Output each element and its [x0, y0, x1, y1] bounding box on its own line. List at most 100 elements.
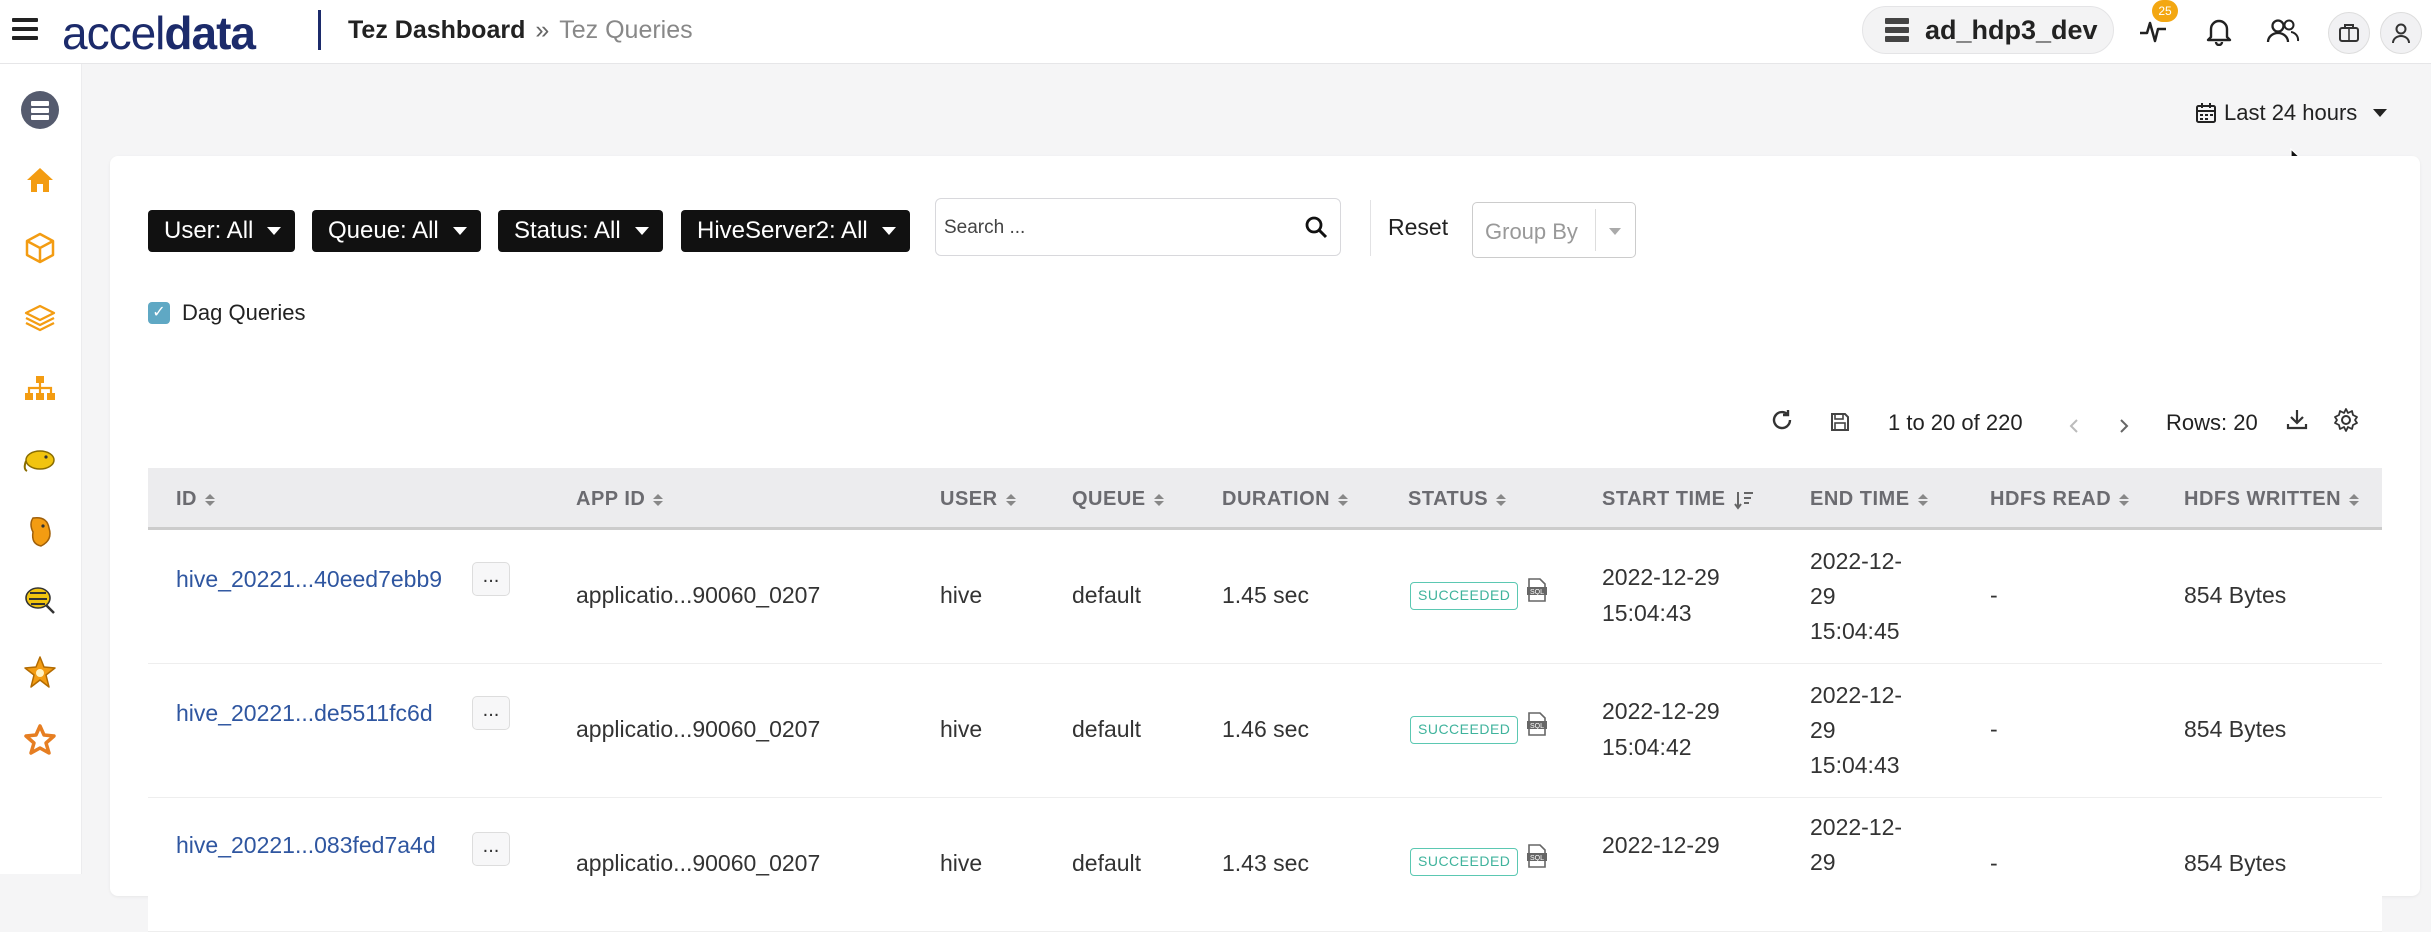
sidebar-item-cube[interactable]	[20, 228, 60, 268]
column-header-app-id[interactable]: APP ID	[576, 488, 664, 511]
queue-cell: default	[1072, 716, 1142, 742]
status-badge: SUCCEEDED	[1410, 848, 1519, 876]
sort-icon	[2349, 493, 2360, 506]
database-icon	[1885, 18, 1909, 42]
svg-text:SQL: SQL	[1530, 855, 1544, 862]
hive-bee-icon	[25, 587, 55, 614]
query-id-link[interactable]: hive_20221...083fed7a4d	[176, 828, 436, 863]
app-id-cell: applicatio...90060_0207	[576, 850, 821, 876]
sidebar-item-spark[interactable]	[20, 652, 60, 692]
breadcrumb-dashboard[interactable]: Tez Dashboard	[348, 16, 525, 44]
user-profile-icon[interactable]	[2380, 12, 2422, 54]
queue-cell: default	[1072, 582, 1142, 608]
column-header-label: START TIME	[1602, 488, 1726, 510]
bell-icon[interactable]	[2202, 14, 2236, 48]
status-filter[interactable]: Status: All	[498, 210, 663, 252]
breadcrumb: Tez Dashboard » Tez Queries	[348, 16, 693, 45]
briefcase-icon[interactable]	[2328, 12, 2370, 54]
settings-gear-icon[interactable]	[2334, 408, 2358, 438]
date-range-selector[interactable]: Last 24 hours	[2196, 100, 2388, 126]
end-date-line1: 2022-12-	[1810, 682, 1903, 708]
sidebar-item-database[interactable]	[20, 90, 60, 130]
column-header-status[interactable]: STATUS	[1408, 488, 1507, 511]
column-header-hdfs-read[interactable]: HDFS READ	[1990, 488, 2130, 511]
end-date-line1: 2022-12-	[1810, 548, 1903, 574]
hiveserver2-filter[interactable]: HiveServer2: All	[681, 210, 910, 252]
sidebar-item-hive[interactable]	[20, 512, 60, 552]
acceldata-logo[interactable]: acceldata	[62, 6, 256, 60]
column-header-hdfs-written[interactable]: HDFS WRITTEN	[2184, 488, 2360, 511]
chevron-down-icon	[267, 227, 282, 235]
chevron-down-icon	[2373, 109, 2388, 117]
end-time-cell: 15:04:43	[1810, 752, 1900, 778]
hierarchy-icon	[25, 376, 55, 400]
search-icon[interactable]	[1304, 215, 1328, 239]
sort-icon	[1917, 493, 1928, 506]
users-icon[interactable]	[2266, 14, 2300, 48]
search-input[interactable]	[944, 213, 1284, 243]
chevron-down-icon	[452, 227, 467, 235]
end-date-line1: 2022-12-	[1810, 814, 1903, 840]
sql-file-icon[interactable]: SQL	[1526, 844, 1548, 868]
download-icon[interactable]	[2286, 408, 2308, 436]
menu-icon[interactable]	[12, 18, 38, 42]
user-filter[interactable]: User: All	[148, 210, 296, 252]
logo-text-data: data	[164, 7, 256, 59]
query-id-link[interactable]: hive_20221...40eed7ebb9	[176, 562, 442, 597]
end-date-line2: 29	[1810, 849, 1836, 875]
queue-filter[interactable]: Queue: All	[312, 210, 481, 252]
column-header-label: DURATION	[1222, 488, 1331, 510]
group-by-divider	[1595, 209, 1596, 251]
rows-per-page[interactable]: Rows: 20	[2166, 410, 2258, 436]
column-header-id[interactable]: ID	[176, 488, 215, 511]
column-header-end-time[interactable]: END TIME	[1810, 488, 1928, 511]
sidebar-item-hierarchy[interactable]	[20, 368, 60, 408]
more-options-button[interactable]: ...	[472, 562, 510, 596]
start-date-cell: 2022-12-29	[1602, 698, 1720, 724]
sql-file-icon[interactable]: SQL	[1526, 578, 1548, 602]
sort-descending-icon	[1733, 491, 1753, 510]
sort-icon	[653, 493, 664, 506]
sort-icon	[1496, 493, 1507, 506]
dag-queries-checkbox[interactable]: ✓	[148, 302, 170, 324]
next-page-icon[interactable]	[2118, 414, 2130, 440]
prev-page-icon[interactable]	[2068, 414, 2080, 440]
column-header-label: ID	[176, 488, 197, 510]
start-time-cell: 15:04:43	[1602, 600, 1692, 626]
save-icon[interactable]	[1830, 412, 1850, 438]
hdfs-written-cell: 854 Bytes	[2184, 850, 2287, 876]
sidebar-item-kafka[interactable]	[20, 720, 60, 760]
svg-text:SQL: SQL	[1530, 723, 1544, 730]
column-header-queue[interactable]: QUEUE	[1072, 488, 1164, 511]
refresh-icon[interactable]	[1770, 408, 1794, 438]
spark-star-icon	[24, 656, 56, 688]
sidebar-item-home[interactable]	[20, 160, 60, 200]
sql-file-icon[interactable]: SQL	[1526, 712, 1548, 736]
column-header-label: APP ID	[576, 488, 646, 510]
breadcrumb-separator: »	[535, 16, 550, 44]
hdfs-read-cell: -	[1990, 850, 1998, 876]
column-header-user[interactable]: USER	[940, 488, 1016, 511]
hdfs-read-cell: -	[1990, 716, 1998, 742]
more-options-button[interactable]: ...	[472, 696, 510, 730]
cluster-name: ad_hdp3_dev	[1925, 14, 2098, 45]
group-by-select[interactable]: Group By	[1472, 202, 1636, 258]
query-id-link[interactable]: hive_20221...de5511fc6d	[176, 696, 433, 731]
user-cell: hive	[940, 850, 983, 876]
start-date-cell: 2022-12-29	[1602, 832, 1720, 858]
home-icon	[27, 168, 53, 192]
sidebar-item-hadoop[interactable]	[20, 440, 60, 480]
hive-icon	[30, 516, 51, 547]
top-bar: acceldata Tez Dashboard » Tez Queries ad_h…	[0, 0, 2431, 64]
alerts-badge: 25	[2152, 0, 2178, 22]
column-header-start-time[interactable]: START TIME	[1602, 488, 1754, 511]
sidebar-item-layers[interactable]	[20, 298, 60, 338]
column-header-label: HDFS WRITTEN	[2184, 488, 2342, 510]
start-time-cell: 15:04:42	[1602, 734, 1692, 760]
reset-button[interactable]: Reset	[1388, 214, 1448, 241]
cluster-selector[interactable]: ad_hdp3_dev	[1862, 6, 2114, 54]
sidebar-item-hive-bee[interactable]	[20, 580, 60, 620]
more-options-button[interactable]: ...	[472, 832, 510, 866]
breadcrumb-page: Tez Queries	[559, 16, 693, 44]
column-header-duration[interactable]: DURATION	[1222, 488, 1349, 511]
